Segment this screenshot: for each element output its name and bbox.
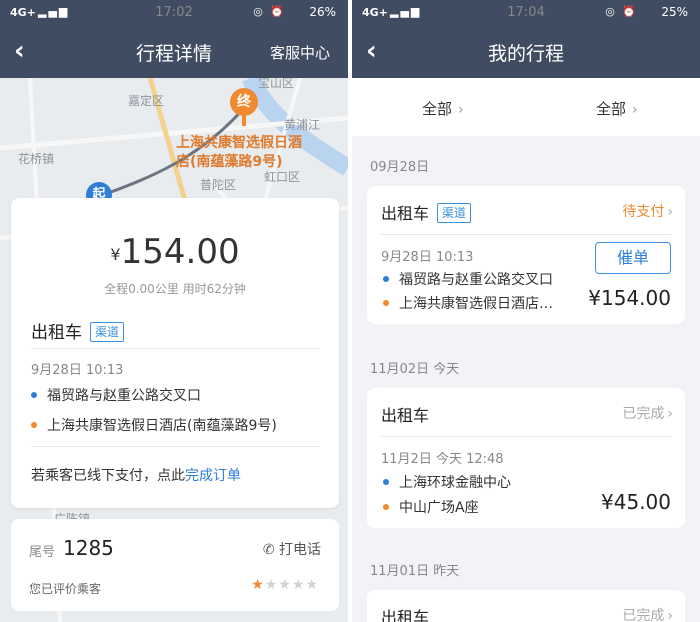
nav-bar: ‹ 行程详情 客服中心 [0, 26, 348, 78]
destination-pin-tail [242, 114, 246, 126]
status-label: 待支付 [622, 204, 665, 220]
alarm-icon: ◎ ⏰ [605, 5, 638, 18]
star-icon: ★ [305, 577, 319, 593]
map-label: 宝山区 [258, 78, 295, 90]
destination-dot-icon [383, 504, 389, 510]
tail-number: 1285 [63, 536, 114, 560]
channel-tag: 渠道 [90, 322, 125, 342]
service-type: 出租车 渠道 [31, 318, 125, 343]
call-button[interactable]: ✆ 打电话 [263, 539, 321, 559]
date-header: 09月28日 [370, 160, 430, 175]
trip-datetime: 9月28日 10:13 [381, 250, 474, 265]
call-label: 打电话 [279, 542, 321, 558]
channel-tag: 渠道 [437, 203, 472, 223]
trip-status[interactable]: 待支付 › [622, 201, 673, 221]
trip-list-item[interactable]: 出租车 已完成 › [367, 590, 685, 622]
service-label: 出租车 [381, 406, 430, 425]
date-header: 11月02日 今天 [370, 362, 460, 377]
filter-label: 全部 [422, 100, 453, 118]
tail-number-label: 尾号 [29, 545, 56, 560]
origin-address: 福贸路与赵重公路交叉口 [47, 388, 201, 404]
trip-list-item[interactable]: 出租车 已完成 › 11月2日 今天 12:48 上海环球金融中心 中山广场A座 … [367, 388, 685, 528]
nav-bar: ‹ 我的行程 [352, 26, 700, 78]
chevron-right-icon: › [667, 608, 673, 622]
service-type: 出租车 [381, 604, 429, 622]
filter-bar: 全部 › 全部 › [352, 78, 700, 136]
trip-amount: ¥45.00 [601, 490, 671, 514]
status-label: 已完成 [622, 406, 665, 422]
chevron-right-icon: › [667, 406, 673, 422]
urge-button[interactable]: 催单 [595, 242, 671, 274]
currency-symbol: ¥ [110, 245, 121, 264]
destination-map-label: 上海共康智选假日酒店(南蕴藻路9号) [176, 135, 302, 170]
filter-type[interactable]: 全部 › [422, 98, 464, 119]
map-label: 花桥镇 [18, 152, 55, 166]
date-header: 11月01日 昨天 [370, 564, 460, 579]
trip-detail-screen: 4G+ ▂▄▆ 17:02 ◎ ⏰ 26% ‹ 行程详情 客服中心 宝山区 嘉定… [0, 0, 348, 622]
chevron-right-icon: › [458, 102, 464, 118]
my-trips-screen: 4G+ ▂▄▆ 17:04 ◎ ⏰ 25% ‹ 我的行程 全部 › 全部 › 09月… [352, 0, 700, 622]
phone-icon: ✆ [262, 542, 279, 558]
star-icon: ★ [251, 577, 265, 593]
clock: 17:04 [507, 5, 545, 20]
complete-order-link[interactable]: 完成订单 [185, 468, 241, 484]
rated-text: 您已评价乘客 [29, 582, 102, 596]
origin-dot-icon [383, 276, 389, 282]
rating-stars: ★★★★★ [251, 577, 319, 593]
filter-status[interactable]: 全部 › [596, 98, 638, 119]
divider [31, 348, 319, 349]
chevron-right-icon: › [667, 204, 673, 220]
destination-dot-icon [383, 300, 389, 306]
divider [381, 436, 671, 437]
fare-amount: ¥154.00 [11, 232, 339, 272]
trip-status[interactable]: 已完成 › [622, 605, 673, 622]
offline-payment-note: 若乘客已线下支付，点此完成订单 [31, 465, 241, 485]
destination-address: 上海共康智选假日酒店… [399, 296, 553, 312]
service-label: 出租车 [31, 323, 82, 343]
status-bar: 4G+ ▂▄▆ 17:04 ◎ ⏰ 25% [352, 0, 700, 26]
origin-address: 上海环球金融中心 [399, 475, 511, 491]
status-label: 已完成 [622, 608, 665, 622]
customer-service-link[interactable]: 客服中心 [270, 42, 330, 63]
trip-amount: ¥154.00 [588, 286, 671, 310]
service-label: 出租车 [381, 608, 430, 622]
trip-summary: 全程0.00公里 用时62分钟 [104, 282, 246, 296]
filter-label: 全部 [596, 100, 627, 118]
service-label: 出租车 [381, 204, 430, 223]
chevron-right-icon: › [632, 102, 638, 118]
page-title: 我的行程 [487, 43, 564, 65]
origin-address: 福贸路与赵重公路交叉口 [399, 272, 553, 288]
service-type: 出租车 [381, 402, 429, 426]
map-label: 普陀区 [200, 178, 237, 192]
map-label: 黄浦江 [284, 118, 321, 132]
star-icon: ★ [264, 577, 279, 593]
divider [381, 234, 671, 235]
destination-address: 中山广场A座 [399, 500, 479, 516]
trip-summary-card: ¥154.00 全程0.00公里 用时62分钟 出租车 渠道 9月28日 10:1… [11, 198, 339, 508]
map-label: 嘉定区 [128, 94, 165, 108]
trip-datetime: 11月2日 今天 12:48 [381, 452, 504, 467]
destination-dot-icon [31, 422, 37, 428]
trip-datetime: 9月28日 10:13 [31, 363, 124, 378]
alarm-icon: ◎ ⏰ [253, 5, 286, 18]
star-icon: ★ [278, 577, 292, 593]
destination-address: 上海共康智选假日酒店(南蕴藻路9号) [47, 418, 277, 434]
status-bar: 4G+ ▂▄▆ 17:02 ◎ ⏰ 26% [0, 0, 348, 26]
clock: 17:02 [155, 5, 193, 20]
battery-level: 26% [309, 5, 336, 19]
fare-value: 154.00 [120, 232, 240, 272]
trip-status[interactable]: 已完成 › [622, 403, 673, 423]
trip-list-item[interactable]: 出租车 渠道 待支付 › 9月28日 10:13 催单 福贸路与赵重公路交叉口 上海… [367, 186, 685, 324]
battery-level: 25% [661, 5, 688, 19]
destination-pin-icon: 终 [230, 88, 258, 116]
passenger-card: 尾号 1285 ✆ 打电话 您已评价乘客 ★★★★★ [11, 519, 339, 611]
divider [31, 446, 319, 447]
origin-dot-icon [31, 392, 37, 398]
origin-dot-icon [383, 479, 389, 485]
offline-payment-text: 若乘客已线下支付，点此 [31, 468, 185, 484]
star-icon: ★ [291, 577, 306, 593]
service-type: 出租车 渠道 [381, 200, 472, 224]
